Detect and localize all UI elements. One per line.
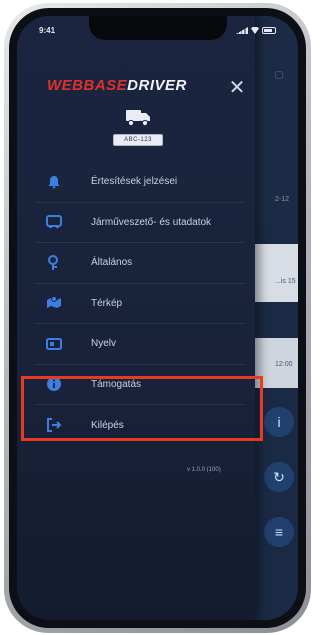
status-icons — [236, 27, 276, 34]
menu-item-notifications[interactable]: Értesítések jelzései — [35, 162, 245, 203]
menu-item-label: Térkép — [91, 297, 123, 309]
menu-item-label: Értesítések jelzései — [91, 176, 178, 188]
menu-item-label: Általános — [91, 257, 133, 269]
wifi-icon — [251, 27, 259, 34]
truck-icon — [126, 110, 150, 127]
menu-item-label: Nyelv — [91, 338, 117, 350]
signal-icon — [236, 27, 248, 34]
navigation-drawer: WEBBASEDRIVER ✕ ABC-123 Értesítések jelz… — [17, 16, 255, 620]
fab-list-button[interactable]: ≡ — [264, 517, 294, 547]
brand-logo: WEBBASEDRIVER — [47, 77, 187, 94]
phone-bezel: 9:41 2-12 ...is 15 12:00 i ↻ ≡ WEBBASEDR… — [9, 8, 306, 628]
status-time: 9:41 — [39, 26, 56, 35]
truck-icon — [43, 211, 65, 233]
menu-item-vehicle-data[interactable]: Járműveszető- és utadatok — [35, 203, 245, 243]
app-version: v 1.0.0 (100) — [187, 467, 221, 473]
background-card-text: ...is 15 — [275, 278, 296, 285]
language-icon — [43, 333, 65, 355]
menu-item-map[interactable]: Térkép — [35, 284, 245, 324]
close-icon[interactable]: ✕ — [228, 78, 246, 98]
background-time-label: 2-12 — [275, 196, 290, 203]
menu-item-general[interactable]: Általános — [35, 243, 245, 284]
phone-frame: 9:41 2-12 ...is 15 12:00 i ↻ ≡ WEBBASEDR… — [4, 3, 311, 633]
license-plate: ABC-123 — [113, 134, 163, 146]
fab-info-button[interactable]: i — [264, 407, 294, 437]
fab-refresh-button[interactable]: ↻ — [264, 462, 294, 492]
map-icon — [43, 292, 65, 314]
background-time-label: 12:00 — [275, 361, 293, 368]
background-card — [249, 244, 298, 302]
settings-icon — [43, 252, 65, 274]
logout-highlight-box — [21, 376, 263, 441]
status-bar: 9:41 — [39, 26, 276, 40]
brand-logo-part1: WEBBASE — [47, 77, 128, 94]
screen: 9:41 2-12 ...is 15 12:00 i ↻ ≡ WEBBASEDR… — [17, 16, 298, 620]
brand-logo-part2: DRIVER — [127, 77, 187, 94]
bell-icon — [43, 171, 65, 193]
menu-item-language[interactable]: Nyelv — [35, 324, 245, 365]
menu-item-label: Járműveszető- és utadatok — [91, 216, 212, 228]
battery-icon — [262, 27, 276, 34]
background-menu-icon — [275, 71, 283, 79]
